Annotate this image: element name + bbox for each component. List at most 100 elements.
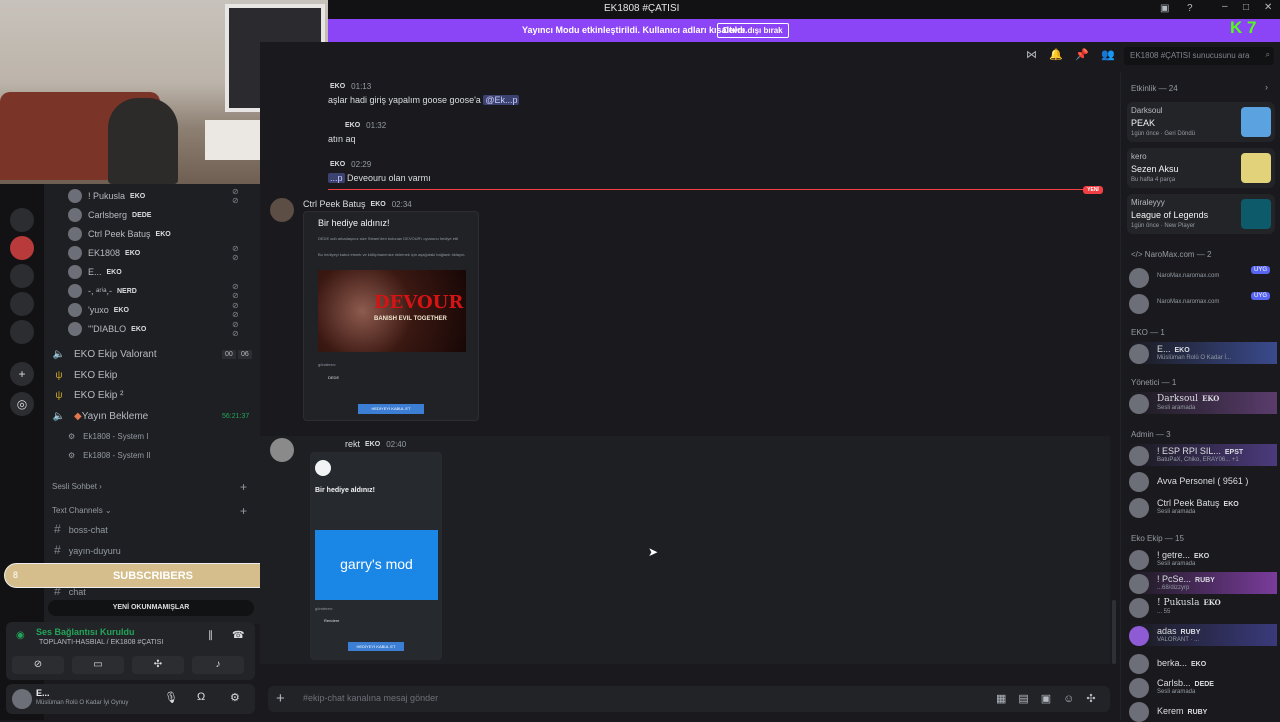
member-row[interactable]: ! ESP RPI SIL... EPST BatuPaX, Chiko, ERAY…	[1129, 444, 1277, 466]
close-icon[interactable]: ✕	[1264, 2, 1272, 13]
text-channel[interactable]: # yayın-duyuru	[54, 543, 121, 557]
voice-location: TOPLANTI-HASBIAL / EK1808 #ÇATISI	[39, 639, 164, 646]
disconnect-icon[interactable]: ☎	[232, 630, 244, 641]
activity-card[interactable]: Darksoul PEAK 1gün önce · Geri Döndü	[1127, 102, 1275, 142]
search-input[interactable]: EK1808 #ÇATISI sunucusunu ara ⌕	[1124, 47, 1274, 65]
server-icon[interactable]	[10, 292, 34, 316]
member-row[interactable]: E... EKO Müslüman Rolü O Kadar İ...	[1129, 342, 1277, 364]
maximize-icon[interactable]: □	[1243, 2, 1249, 13]
muted-icon: ⊘ ⊘	[232, 187, 239, 205]
member-row[interactable]: berka... EKO	[1129, 652, 1277, 674]
muted-icon: ⊘ ⊘	[232, 301, 239, 319]
new-unreads-button[interactable]: YENİ OKUNMAMIŞLAR	[48, 600, 254, 616]
composer-placeholder: #ekip-chat kanalına mesaj gönder	[303, 693, 439, 703]
embed-heading: Bir hediye aldınız!	[315, 487, 375, 494]
attach-icon[interactable]: +	[276, 690, 285, 707]
voice-status: Ses Bağlantısı Kuruldu	[36, 627, 135, 637]
member-row[interactable]: Ctrl Peek Batuş EKO Sesli aramada	[1129, 496, 1277, 518]
voice-user[interactable]: EK1808 EKO ⊘ ⊘	[68, 244, 239, 262]
accept-gift-button[interactable]: HEDİYEYİ KABUL ET	[348, 642, 404, 651]
game-banner-image[interactable]: garry's mod	[315, 530, 438, 600]
voice-user[interactable]: '''DIABLO EKO ⊘ ⊘	[68, 320, 239, 338]
text-channel[interactable]: # boss-chat	[54, 522, 108, 536]
category-voice[interactable]: Sesli Sohbet ›	[52, 482, 102, 491]
member-row[interactable]: Avva Personel ( 9561 )	[1129, 470, 1277, 492]
game-banner-image[interactable]: DEVOUR BANISH EVIL TOGETHER	[318, 270, 466, 352]
server-icon[interactable]	[10, 208, 34, 232]
chevron-right-icon[interactable]: ›	[1265, 82, 1268, 92]
camera-button[interactable]: ⊘	[12, 656, 64, 674]
sub-channel[interactable]: ⚙ Ek1808 - System I	[68, 427, 149, 445]
voice-user[interactable]: Ctrl Peek Batuş EKO	[68, 225, 171, 243]
bell-icon[interactable]: 🔔	[1049, 49, 1063, 61]
member-row[interactable]: Kerem RUBY	[1129, 700, 1277, 722]
member-section: </> NaroMax.com — 2	[1131, 250, 1212, 259]
game-art	[1241, 107, 1271, 137]
chat-scrollbar[interactable]	[1112, 600, 1116, 664]
message-header: EKO 01:32	[345, 121, 387, 130]
add-server-icon[interactable]: +	[10, 362, 34, 386]
explore-icon[interactable]: ◎	[10, 392, 34, 416]
activity-card[interactable]: kero Sezen Aksu Bu hafta 4 parça	[1127, 148, 1275, 188]
member-row[interactable]: adas RUBY VALORANT · ...	[1129, 624, 1277, 646]
gear-icon[interactable]: ⚙	[230, 691, 240, 704]
avatar[interactable]	[270, 438, 294, 462]
voice-user[interactable]: Carlsberg DEDE	[68, 206, 151, 224]
activity-header: Etkinlik — 24	[1131, 84, 1178, 93]
activity-card[interactable]: Miraleyyy League of Legends 1gün önce · …	[1127, 194, 1275, 234]
voice-user[interactable]: -, ᵃʳⁱᵃ,- NERD ⊘ ⊘	[68, 282, 239, 300]
server-icon[interactable]	[10, 236, 34, 260]
sub-channel[interactable]: ⚙ Ek1808 - System II	[68, 446, 151, 464]
album-art	[1241, 153, 1271, 183]
noise-icon[interactable]: ∥	[208, 630, 213, 641]
voice-user[interactable]: ! Pukusla EKO ⊘ ⊘	[68, 187, 239, 205]
mouse-cursor-icon: ➤	[648, 545, 659, 559]
server-icon[interactable]	[10, 264, 34, 288]
member-row[interactable]: NaroMax.naromax.com UYG	[1129, 266, 1277, 288]
activities-button[interactable]: ✣	[132, 656, 184, 674]
signal-icon: ◉	[16, 630, 25, 641]
accept-gift-button[interactable]: HEDİYEYİ KABUL ET	[358, 404, 424, 414]
inbox-icon[interactable]: ▣	[1160, 3, 1169, 14]
composer-tools[interactable]: ▦▤▣☺✣	[996, 692, 1108, 705]
server-icon[interactable]	[10, 320, 34, 344]
help-icon[interactable]: ?	[1187, 3, 1193, 14]
game-title: DEVOUR	[374, 292, 464, 313]
voice-channel[interactable]: 🔈 ◆ Yayın Bekleme 56:21:37	[52, 406, 249, 426]
category-text[interactable]: Text Channels ⌄	[52, 506, 112, 515]
avatar[interactable]	[270, 198, 294, 222]
window-title: EK1808 #ÇATISI	[604, 3, 680, 14]
minimize-icon[interactable]: –	[1222, 1, 1228, 12]
threads-icon[interactable]: ⋈	[1026, 49, 1037, 61]
message-header: Ctrl Peek Batuş EKO 02:34	[303, 199, 412, 209]
embed-heading: Bir hediye aldınız!	[318, 218, 390, 228]
voice-user[interactable]: E... EKO	[68, 263, 122, 281]
member-row[interactable]: ! getre... EKO Sesli aramada	[1129, 548, 1277, 570]
member-row[interactable]: Carlsb... DEDE Sesli aramada	[1129, 676, 1277, 698]
soundboard-button[interactable]: ♪	[192, 656, 244, 674]
embed-description: Bu hediyeyi kabul etmek ve kütüphanenize…	[318, 252, 466, 257]
voice-channel[interactable]: 🔈 EKO Ekip Valorant 00 06	[52, 344, 252, 364]
voice-channel[interactable]: ψ EKO Ekip ²	[52, 385, 123, 405]
headphones-icon[interactable]: Ω	[197, 691, 205, 703]
members-icon[interactable]: 👥	[1101, 49, 1115, 61]
voice-user[interactable]: 'yuxo EKO ⊘ ⊘	[68, 301, 239, 319]
embed-description: DEDE adlı arkadaşınız size Steam'den bul…	[318, 236, 459, 241]
member-row[interactable]: NaroMax.naromax.com UYG	[1129, 292, 1277, 314]
avatar	[68, 246, 82, 260]
disable-streamer-mode-button[interactable]: Devre dışı bırak	[717, 23, 789, 38]
voice-channel[interactable]: ψ EKO Ekip	[52, 365, 117, 385]
add-channel-icon[interactable]: +	[240, 480, 247, 494]
member-row[interactable]: Darksoul EKO Sesli aramada	[1129, 392, 1277, 414]
message-composer[interactable]: + #ekip-chat kanalına mesaj gönder ▦▤▣☺✣	[268, 686, 1110, 712]
add-channel-icon[interactable]: +	[240, 504, 247, 518]
microphone-icon[interactable]: 🎙	[164, 691, 178, 704]
webcam-person	[108, 98, 178, 184]
avatar	[68, 284, 82, 298]
member-row[interactable]: ! Pukusla EKO... 55	[1129, 596, 1277, 618]
member-row[interactable]: ! PcSe... RUBY ...68/dizzyrp	[1129, 572, 1277, 594]
pin-icon[interactable]: 📌	[1075, 49, 1089, 61]
trident-icon: ψ	[55, 389, 63, 401]
screen-share-button[interactable]: ▭	[72, 656, 124, 674]
avatar[interactable]	[12, 689, 32, 709]
